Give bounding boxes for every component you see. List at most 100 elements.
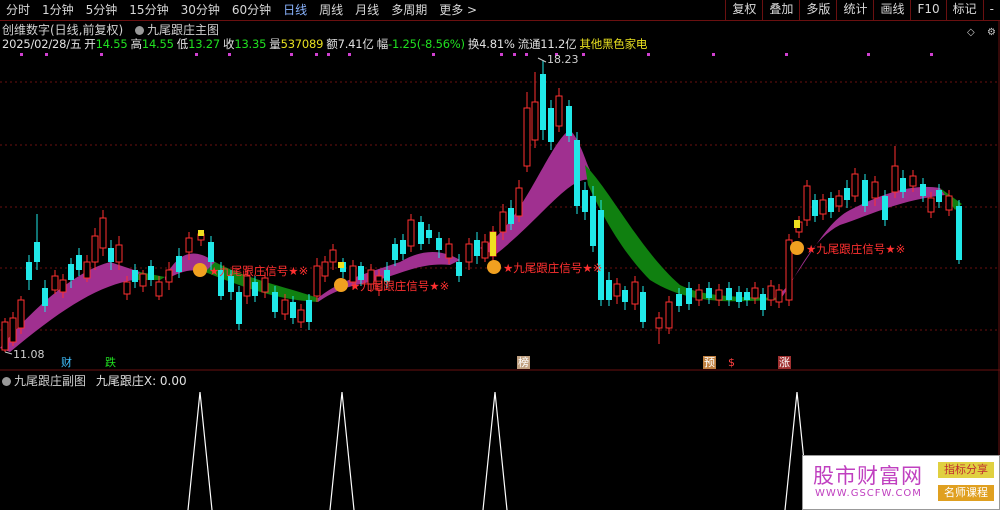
candle-body <box>606 280 612 300</box>
band-down-segment-3 <box>585 165 780 302</box>
candle-body <box>297 309 305 323</box>
candle-body <box>208 242 214 262</box>
signal-label: ★九尾跟庄信号★※ <box>209 264 309 278</box>
site-watermark: 股市财富网 WWW.GSCFW.COM 指标分享 名师课程 <box>802 455 1000 510</box>
candle-body <box>321 261 329 277</box>
candle-body <box>582 190 588 212</box>
event-tag-finance[interactable]: 财 <box>60 356 73 369</box>
candlestick-series <box>1 60 962 352</box>
highlight-candle <box>490 232 496 256</box>
candle-body <box>882 196 888 220</box>
dot-marker <box>525 53 528 56</box>
signal-icon <box>487 260 501 274</box>
candle-body <box>123 281 131 295</box>
dot-marker <box>432 53 435 56</box>
candle-body <box>252 282 258 296</box>
candle-body <box>900 178 906 192</box>
candle-body <box>548 108 554 142</box>
dot-marker <box>647 53 650 56</box>
candle-body <box>436 238 442 250</box>
candle-body <box>851 173 859 197</box>
candle-body <box>665 301 673 329</box>
candle-body <box>281 299 289 315</box>
dot-marker <box>582 53 585 56</box>
candle-body <box>706 288 712 298</box>
candle-body <box>83 261 91 279</box>
candle-body <box>686 288 692 304</box>
dot-marker <box>785 53 788 56</box>
event-tag-rank[interactable]: 榜 <box>517 356 530 369</box>
candle-body <box>313 265 321 297</box>
signal-icon <box>790 241 804 255</box>
candle-body <box>598 210 604 300</box>
candle-body <box>613 283 621 297</box>
candle-body <box>68 264 74 280</box>
signal-label: ★九尾跟庄信号★※ <box>806 242 906 256</box>
candle-body <box>76 255 82 270</box>
candle-body <box>272 292 278 312</box>
candle-body <box>590 196 596 246</box>
candle-body <box>26 262 32 280</box>
highlight-candle <box>198 230 204 236</box>
candle-body <box>655 317 663 329</box>
candle-body <box>445 243 453 259</box>
candle-body <box>812 200 818 216</box>
candle-body <box>844 188 850 200</box>
settings-icon: ⚙ <box>987 27 996 38</box>
candle-body <box>936 190 942 202</box>
candle-body <box>132 270 138 282</box>
candle-body <box>34 242 40 262</box>
candle-body <box>51 275 59 291</box>
candle-body <box>726 288 732 300</box>
top-dot-markers <box>20 53 933 56</box>
event-tag-rise[interactable]: 涨 <box>778 356 791 369</box>
candle-body <box>426 230 432 238</box>
signal-label: ★九尾跟庄信号★※ <box>350 279 450 293</box>
candle-body <box>42 288 48 306</box>
candle-body <box>920 184 926 196</box>
candle-body <box>290 302 296 318</box>
dot-marker <box>315 53 318 56</box>
candle-body <box>767 285 775 301</box>
watermark-badge-share: 指标分享 <box>938 462 994 478</box>
candle-body <box>306 300 312 322</box>
dot-marker <box>195 53 198 56</box>
sub-indicator-name[interactable]: 九尾跟庄副图 <box>14 374 86 388</box>
dot-marker <box>500 53 503 56</box>
dot-marker <box>513 53 516 56</box>
candle-body <box>775 289 783 303</box>
watermark-title: 股市财富网 <box>813 464 923 488</box>
sub-indicator-settings-icon[interactable] <box>2 377 11 386</box>
dot-marker <box>930 53 933 56</box>
dot-marker <box>20 53 23 56</box>
event-tag-fall[interactable]: 跌 <box>104 356 117 369</box>
dot-marker <box>867 53 870 56</box>
event-tag-dollar[interactable]: $ <box>727 356 736 369</box>
candle-body <box>407 219 415 247</box>
candle-body <box>622 290 628 302</box>
grid-lines <box>0 81 1000 331</box>
candle-body <box>531 101 539 141</box>
candle-body <box>59 279 67 293</box>
candle-body <box>676 294 682 306</box>
candle-body <box>555 95 563 127</box>
low-price-label: 11.08 <box>13 348 45 361</box>
event-tag-forecast[interactable]: 预 <box>703 356 716 369</box>
watermark-badge-course: 名师课程 <box>938 485 994 501</box>
candle-body <box>329 249 337 263</box>
candle-body <box>155 281 163 297</box>
candle-body <box>115 244 123 263</box>
dot-marker <box>45 53 48 56</box>
signal-icon <box>193 263 207 277</box>
candle-body <box>760 294 766 310</box>
low-price-pointer <box>4 351 13 355</box>
candle-body <box>400 240 406 254</box>
sub-chart-title-row: 九尾跟庄副图 九尾跟庄X: 0.00 <box>2 372 187 389</box>
candle-body <box>828 198 834 212</box>
signal-label: ★九尾跟庄信号★※ <box>503 261 603 275</box>
candle-body <box>17 299 25 329</box>
candle-body <box>736 292 742 302</box>
candle-body <box>91 235 99 263</box>
dot-marker <box>290 53 293 56</box>
candle-body <box>165 269 173 283</box>
